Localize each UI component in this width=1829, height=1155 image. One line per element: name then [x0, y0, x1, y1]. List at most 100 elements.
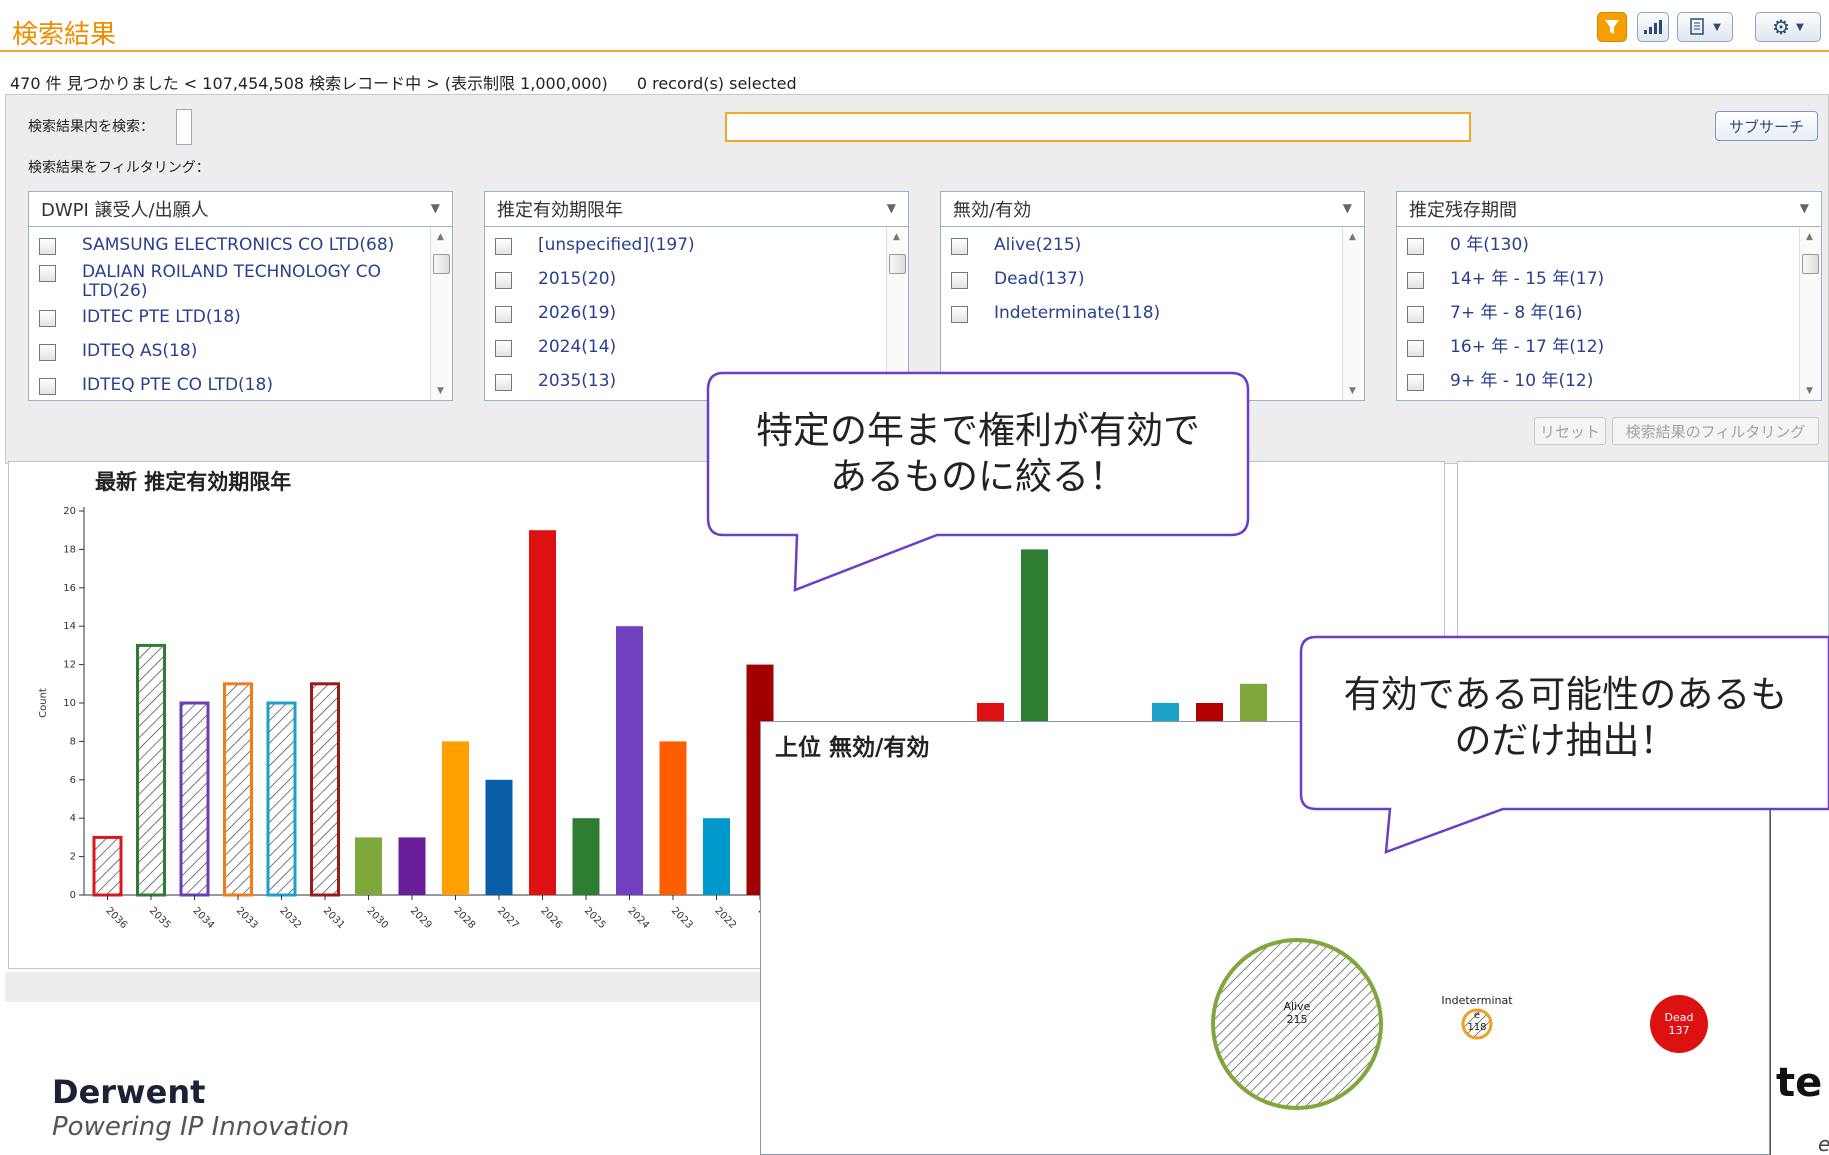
callout-text-2: 有効である可能性のあるも のだけ抽出！: [1343, 673, 1788, 762]
filter-dropdown-expiry-year[interactable]: 推定有効期限年 ▼: [485, 192, 908, 227]
bubble-label: Indeterminat: [1441, 994, 1513, 1007]
list-item[interactable]: IDTEC PTE LTD(18): [39, 308, 241, 327]
list-item[interactable]: [unspecified](197): [495, 236, 695, 255]
list-item[interactable]: 9+ 年 - 10 年(12): [1407, 372, 1593, 391]
reset-button[interactable]: リセット: [1534, 417, 1606, 445]
checkbox[interactable]: [951, 272, 968, 289]
list-menu-button[interactable]: ▼: [1677, 12, 1733, 42]
page-title: 検索結果: [12, 20, 117, 50]
list-item[interactable]: Indeterminate(118): [951, 304, 1160, 323]
scroll-thumb[interactable]: [433, 254, 450, 274]
chevron-down-icon: ▼: [886, 201, 896, 215]
brand-name: Derwent: [52, 1073, 206, 1111]
list-item[interactable]: 2035(13): [495, 372, 616, 391]
checkbox[interactable]: [1407, 306, 1424, 323]
list-item[interactable]: DALIAN ROILAND TECHNOLOGY CO LTD(26): [39, 263, 404, 301]
bar: [977, 703, 1004, 721]
checkbox[interactable]: [39, 344, 56, 361]
filter-dropdown-assignee[interactable]: DWPI 譲受人/出願人 ▼: [29, 192, 452, 227]
checkbox[interactable]: [495, 272, 512, 289]
settings-menu-button[interactable]: ⚙ ▼: [1755, 12, 1821, 42]
checkbox[interactable]: [1407, 340, 1424, 357]
checkbox[interactable]: [39, 265, 56, 282]
filter-dropdown-status[interactable]: 無効/有効 ▼: [941, 192, 1364, 227]
y-tick-label: 12: [63, 660, 76, 671]
scroll-up-icon[interactable]: ▲: [1806, 232, 1813, 242]
filter-button[interactable]: [1597, 12, 1627, 42]
chart-button[interactable]: [1637, 12, 1669, 42]
bar: [92, 835, 123, 897]
y-tick-label: 8: [70, 736, 76, 747]
scroll-down-icon[interactable]: ▼: [437, 386, 444, 396]
search-within-small-input[interactable]: [176, 109, 192, 145]
x-tick-label: 2026: [538, 905, 564, 931]
chart-title: 最新 推定有効期限年: [95, 470, 292, 494]
scroll-down-icon[interactable]: ▼: [1806, 386, 1813, 396]
bar: [1152, 703, 1179, 721]
checkbox[interactable]: [1407, 374, 1424, 391]
bar: [266, 701, 297, 897]
x-tick-label: 2029: [408, 905, 434, 931]
x-tick-label: 2022: [712, 905, 738, 931]
scrollbar[interactable]: ▲▼: [430, 228, 452, 400]
list-item[interactable]: 0 年(130): [1407, 236, 1529, 255]
chevron-down-icon: ▼: [1713, 21, 1721, 33]
list-item[interactable]: 2026(19): [495, 304, 616, 323]
filter-title: DWPI 譲受人/出願人: [41, 200, 209, 221]
bubble-label: Dead: [1665, 1011, 1694, 1024]
scroll-thumb[interactable]: [1802, 254, 1819, 274]
checkbox[interactable]: [1407, 238, 1424, 255]
list-item[interactable]: Dead(137): [951, 270, 1084, 289]
list-item[interactable]: SAMSUNG ELECTRONICS CO LTD(68): [39, 236, 394, 255]
chevron-down-icon: ▼: [1799, 201, 1809, 215]
selected-count-text: 0 record(s) selected: [636, 74, 797, 93]
scroll-up-icon[interactable]: ▲: [893, 232, 900, 242]
chevron-down-icon: ▼: [430, 201, 440, 215]
checkbox[interactable]: [495, 340, 512, 357]
filter-box-remaining-term: 推定残存期間 ▼ 0 年(130) 14+ 年 - 15 年(17) 7+ 年 …: [1396, 191, 1822, 401]
list-item[interactable]: IDTEQ PTE CO LTD(18): [39, 376, 273, 395]
checkbox[interactable]: [39, 378, 56, 395]
bubble-label: e: [1474, 1010, 1480, 1021]
scrollbar[interactable]: ▲▼: [1799, 228, 1821, 400]
search-input[interactable]: [725, 112, 1471, 142]
filter-title: 推定残存期間: [1409, 200, 1517, 221]
brand-fragment-2: e: [1818, 1132, 1829, 1155]
filter-dropdown-remaining-term[interactable]: 推定残存期間 ▼: [1397, 192, 1821, 227]
checkbox[interactable]: [495, 374, 512, 391]
list-item[interactable]: 2015(20): [495, 270, 616, 289]
checkbox[interactable]: [495, 306, 512, 323]
list-item[interactable]: IDTEQ AS(18): [39, 342, 197, 361]
bubble-value: 215: [1287, 1013, 1308, 1026]
checkbox[interactable]: [1407, 272, 1424, 289]
checkbox[interactable]: [951, 306, 968, 323]
list-item[interactable]: 14+ 年 - 15 年(17): [1407, 270, 1604, 289]
bar: [616, 626, 643, 895]
list-item[interactable]: 16+ 年 - 17 年(12): [1407, 338, 1604, 357]
chevron-down-icon: ▼: [1342, 201, 1352, 215]
list-item[interactable]: Alive(215): [951, 236, 1081, 255]
result-status: 470 件 見つかりました < 107,454,508 検索レコード中 > (表…: [10, 70, 821, 94]
bar: [572, 818, 600, 895]
checkbox[interactable]: [495, 238, 512, 255]
bubble-label: Alive: [1284, 1000, 1311, 1013]
bubble-value: 118: [1467, 1022, 1486, 1033]
scroll-down-icon[interactable]: ▼: [1349, 386, 1356, 396]
list-item[interactable]: 7+ 年 - 8 年(16): [1407, 304, 1583, 323]
scrollbar[interactable]: ▲▼: [1342, 228, 1364, 400]
checkbox[interactable]: [39, 310, 56, 327]
scroll-thumb[interactable]: [889, 254, 906, 274]
bar: [310, 682, 340, 897]
list-item[interactable]: 2024(14): [495, 338, 616, 357]
result-count-text: 470 件 見つかりました < 107,454,508 検索レコード中 > (表…: [10, 74, 608, 93]
checkbox[interactable]: [39, 238, 56, 255]
bar: [223, 682, 253, 897]
sub-search-button[interactable]: サブサーチ: [1715, 111, 1818, 141]
bar: [659, 741, 687, 895]
apply-filter-button[interactable]: 検索結果のフィルタリング: [1612, 417, 1819, 445]
bar: [529, 530, 556, 895]
bar: [485, 779, 513, 895]
checkbox[interactable]: [951, 238, 968, 255]
scroll-up-icon[interactable]: ▲: [1349, 232, 1356, 242]
scroll-up-icon[interactable]: ▲: [437, 232, 444, 242]
